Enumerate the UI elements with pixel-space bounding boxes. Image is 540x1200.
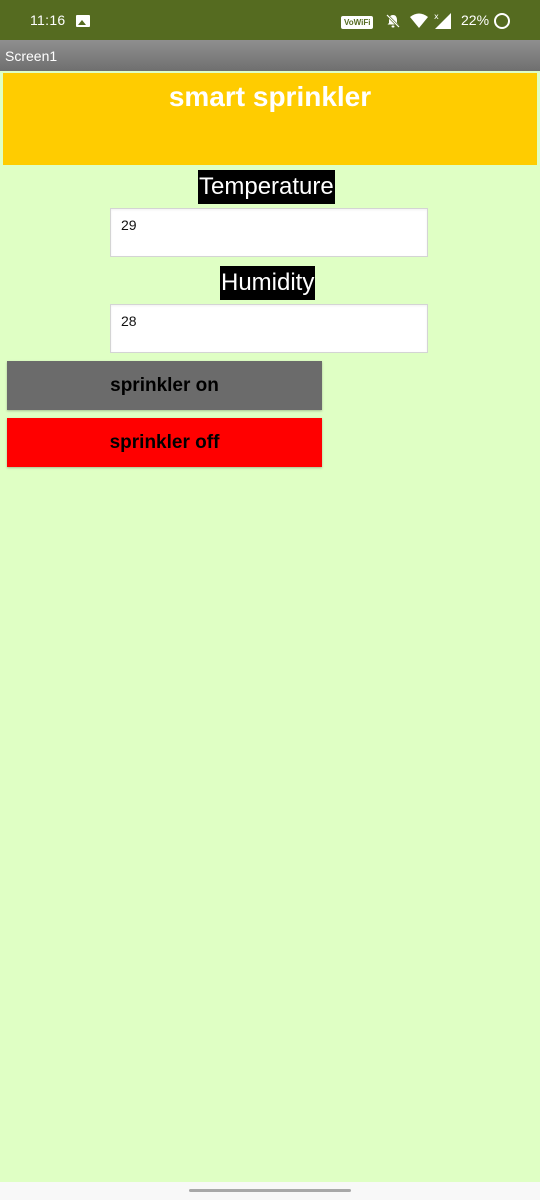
home-indicator[interactable] (189, 1189, 351, 1192)
vowifi-badge: VoWiFi (341, 16, 374, 29)
status-time: 11:16 (30, 12, 66, 28)
humidity-label: Humidity (220, 266, 316, 300)
sprinkler-off-button[interactable]: sprinkler off (7, 418, 322, 467)
signal-icon: x (434, 12, 452, 32)
wifi-icon (410, 13, 428, 31)
temperature-label: Temperature (198, 170, 335, 204)
app-banner: smart sprinkler (3, 73, 537, 165)
battery-percent: 22% (461, 12, 490, 28)
bell-off-icon (385, 13, 401, 32)
screen-title-bar: Screen1 (0, 40, 540, 71)
sprinkler-on-button[interactable]: sprinkler on (7, 361, 322, 410)
battery-ring-icon (494, 13, 510, 29)
temperature-field[interactable]: 29 (110, 208, 428, 257)
app-title: smart sprinkler (168, 81, 372, 112)
screen-title: Screen1 (5, 48, 58, 64)
humidity-field[interactable]: 28 (110, 304, 428, 353)
status-bar: 11:16 VoWiFi x 22% (0, 0, 540, 40)
gallery-icon (76, 15, 90, 27)
svg-text:x: x (434, 12, 439, 21)
gesture-nav-bar (0, 1182, 540, 1200)
